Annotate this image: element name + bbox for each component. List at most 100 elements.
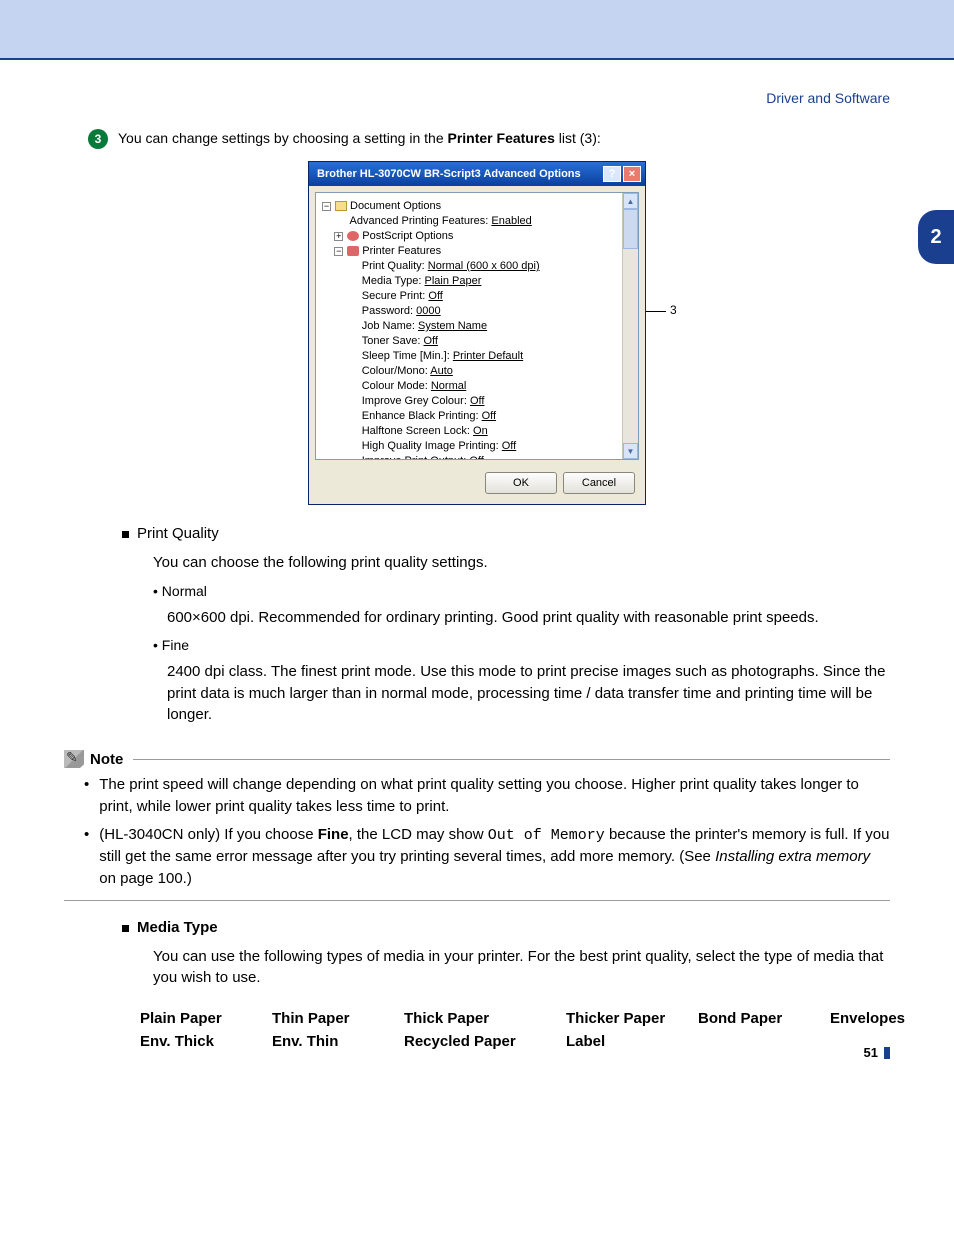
tree-indent [322, 424, 362, 439]
tree-label: Improve Print Output: [362, 455, 467, 460]
tree-feature-row[interactable]: Password: 0000 [322, 304, 634, 319]
tree-value[interactable]: Printer Default [453, 350, 523, 362]
tree-indent [322, 409, 362, 424]
tree-postscript[interactable]: + PostScript Options [322, 229, 634, 244]
media-type-title: Media Type [137, 919, 890, 936]
tree-value[interactable]: Off [469, 455, 483, 460]
tree-value[interactable]: Enabled [491, 215, 531, 227]
note-end-rule [64, 900, 890, 901]
tree-feature-row[interactable]: Colour/Mono: Auto [322, 364, 634, 379]
step-prefix: You can change settings by choosing a se… [118, 130, 448, 146]
media-type-item: Plain Paper [140, 1010, 272, 1027]
close-icon[interactable]: × [623, 166, 641, 182]
tree-indent [322, 379, 362, 394]
tree-indent [322, 334, 362, 349]
media-type-section: Media Type You can use the following typ… [122, 919, 890, 998]
tree-label: Colour/Mono: [362, 365, 428, 377]
tree-apf[interactable]: Advanced Printing Features: Enabled [322, 214, 634, 229]
tree-feature-row[interactable]: Media Type: Plain Paper [322, 274, 634, 289]
tree-label: Sleep Time [Min.]: [362, 350, 450, 362]
callout-line [646, 311, 666, 312]
tree-feature-row[interactable]: Secure Print: Off [322, 289, 634, 304]
dialog-footer: OK Cancel [309, 466, 645, 504]
tree-feature-row[interactable]: Halftone Screen Lock: On [322, 424, 634, 439]
page-content: 3 You can change settings by choosing a … [0, 128, 954, 1090]
tree-indent [322, 349, 362, 364]
options-tree[interactable]: − Document Options Advanced Printing Feat… [316, 193, 638, 460]
media-type-item: Label [566, 1033, 698, 1050]
tree-printer-features[interactable]: −Printer Features [322, 244, 634, 259]
bullet-square-icon [122, 925, 129, 932]
tree-value[interactable]: Plain Paper [425, 275, 482, 287]
expand-icon[interactable]: + [334, 232, 343, 241]
sub-normal: Normal [153, 583, 890, 599]
note-item-2: (HL-3040CN only) If you choose Fine, the… [84, 824, 890, 890]
tree-indent [322, 304, 362, 319]
collapse-icon[interactable]: − [334, 247, 343, 256]
sub-fine-desc: 2400 dpi class. The finest print mode. U… [167, 661, 890, 726]
tree-indent [322, 319, 362, 334]
note-icon [64, 750, 84, 768]
scroll-track[interactable] [623, 249, 638, 443]
help-icon[interactable]: ? [603, 166, 621, 182]
cancel-button[interactable]: Cancel [563, 472, 635, 494]
tree-indent [322, 229, 334, 244]
note-item-1: The print speed will change depending on… [84, 774, 890, 818]
tree-value[interactable]: Off [428, 290, 442, 302]
scroll-up-icon[interactable]: ▲ [623, 193, 638, 209]
tree-feature-row[interactable]: Improve Print Output: Off [322, 454, 634, 460]
tree-label: Halftone Screen Lock: [362, 425, 470, 437]
tree-value[interactable]: Off [502, 440, 516, 452]
titlebar-buttons: ? × [603, 166, 641, 182]
tree-feature-row[interactable]: Print Quality: Normal (600 x 600 dpi) [322, 259, 634, 274]
tree-feature-row[interactable]: Sleep Time [Min.]: Printer Default [322, 349, 634, 364]
tree-value[interactable]: 0000 [416, 305, 440, 317]
postscript-icon [347, 231, 359, 241]
tree-label: Document Options [350, 200, 441, 212]
tree-feature-row[interactable]: Enhance Black Printing: Off [322, 409, 634, 424]
tree-value[interactable]: Off [424, 335, 438, 347]
tree-label: Secure Print: [362, 290, 426, 302]
note2-a: (HL-3040CN only) If you choose [99, 826, 317, 843]
tree-label: PostScript Options [362, 230, 453, 242]
step-text: You can change settings by choosing a se… [118, 128, 601, 149]
tree-feature-row[interactable]: Toner Save: Off [322, 334, 634, 349]
tree-indent [322, 394, 362, 409]
scroll-down-icon[interactable]: ▼ [623, 443, 638, 459]
tree-document-options[interactable]: − Document Options [322, 199, 634, 214]
step-suffix: list (3): [555, 130, 601, 146]
note-label: Note [90, 751, 123, 768]
collapse-icon[interactable]: − [322, 202, 331, 211]
tree-value[interactable]: Off [470, 395, 484, 407]
scroll-thumb[interactable] [623, 209, 638, 249]
tree-label: High Quality Image Printing: [362, 440, 499, 452]
tree-value[interactable]: Auto [430, 365, 453, 377]
ok-button[interactable]: OK [485, 472, 557, 494]
tree-value[interactable]: Normal [431, 380, 466, 392]
note-block: Note The print speed will change dependi… [64, 750, 890, 901]
tree-feature-row[interactable]: High Quality Image Printing: Off [322, 439, 634, 454]
tree-value[interactable]: On [473, 425, 488, 437]
tree-value[interactable]: System Name [418, 320, 487, 332]
tree-feature-row[interactable]: Job Name: System Name [322, 319, 634, 334]
tree-label: Job Name: [362, 320, 415, 332]
tree-value[interactable]: Normal (600 x 600 dpi) [428, 260, 540, 272]
tree-feature-row[interactable]: Improve Grey Colour: Off [322, 394, 634, 409]
tree-value[interactable]: Off [482, 410, 496, 422]
step-bold: Printer Features [448, 130, 555, 146]
tree-feature-row[interactable]: Colour Mode: Normal [322, 379, 634, 394]
bullet-square-icon [122, 531, 129, 538]
tree-label: Media Type: [362, 275, 422, 287]
scrollbar[interactable]: ▲ ▼ [622, 193, 638, 459]
tree-indent [322, 244, 334, 259]
tree-label: Advanced Printing Features: [350, 215, 489, 227]
media-type-item: Env. Thick [140, 1033, 272, 1050]
tree-indent [322, 274, 362, 289]
page-number-value: 51 [864, 1045, 878, 1060]
tree-label: Print Quality: [362, 260, 425, 272]
note2-c: , the LCD may show [349, 826, 488, 843]
dialog-wrap: Brother HL-3070CW BR-Script3 Advanced Op… [64, 161, 890, 505]
tree-indent [322, 364, 362, 379]
media-type-item: Recycled Paper [404, 1033, 566, 1050]
media-type-item: Thicker Paper [566, 1010, 698, 1027]
